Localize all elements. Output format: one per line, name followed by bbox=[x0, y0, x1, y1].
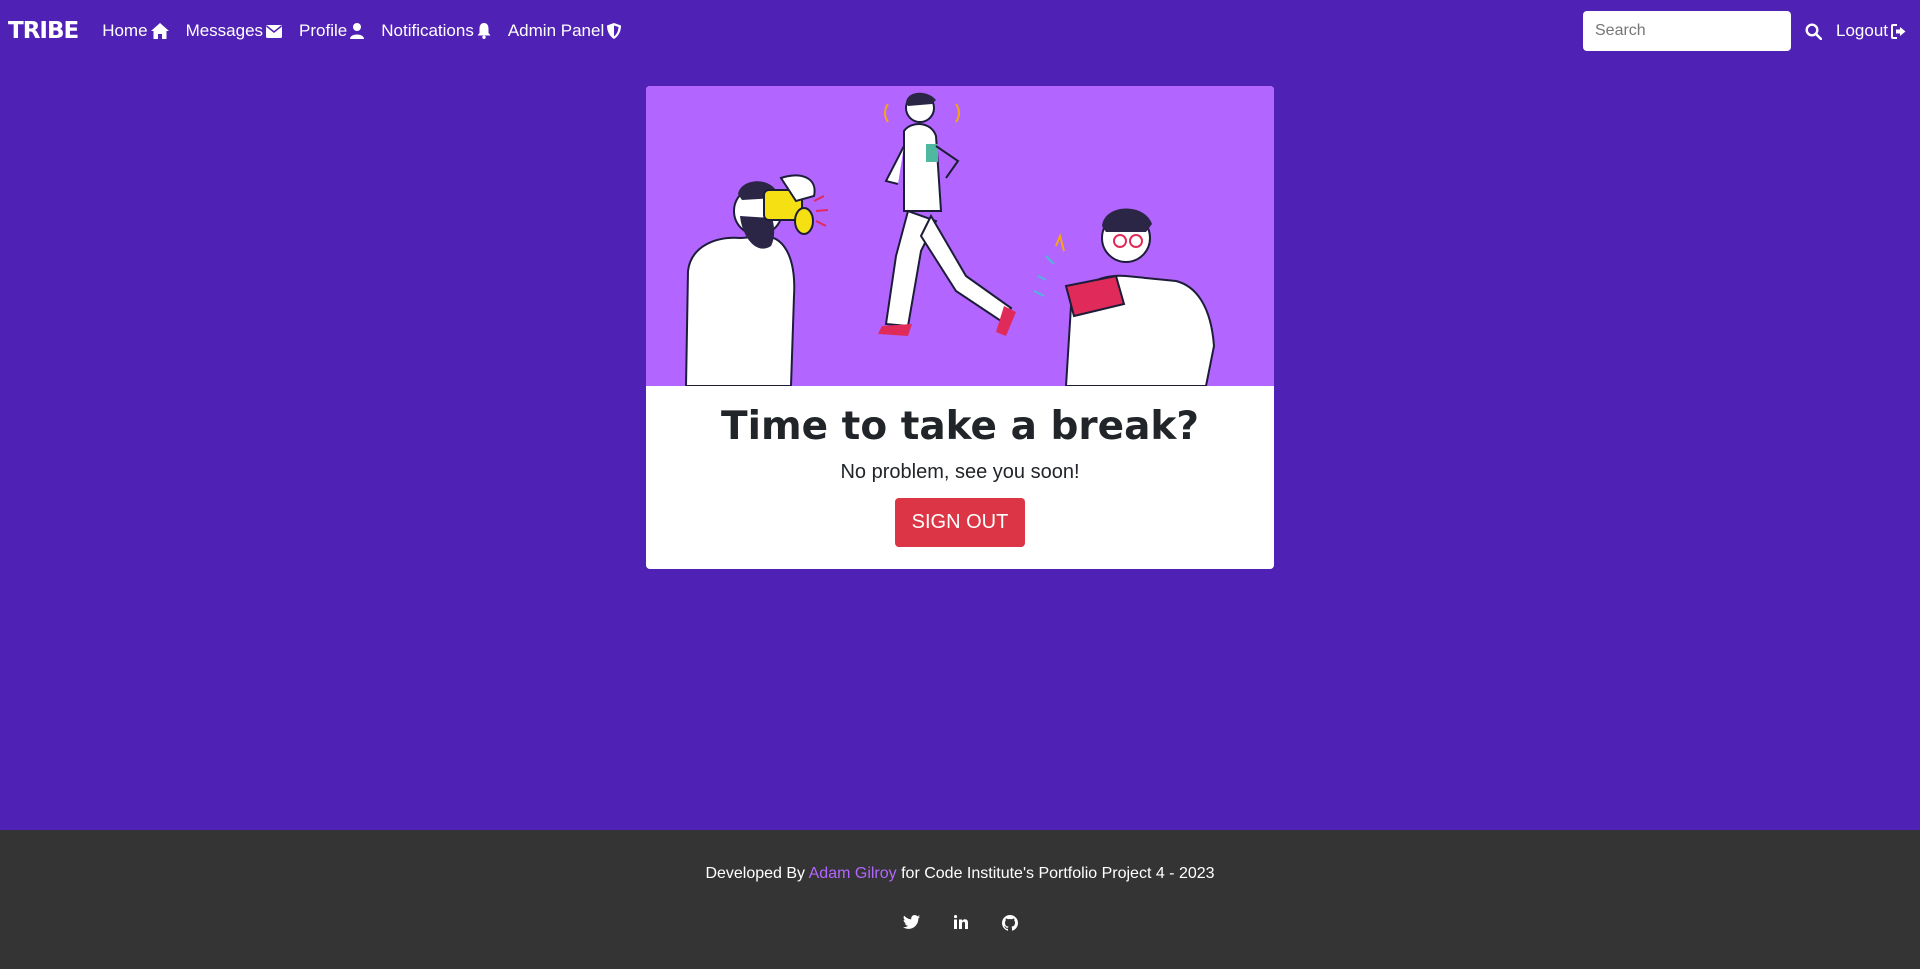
linkedin-icon bbox=[953, 915, 968, 929]
page-title: Time to take a break? bbox=[721, 404, 1199, 449]
home-icon bbox=[150, 23, 169, 39]
nav-profile-label: Profile bbox=[299, 21, 348, 40]
social-links bbox=[0, 915, 1920, 931]
user-icon bbox=[350, 23, 365, 39]
nav-home-label: Home bbox=[102, 21, 148, 40]
footer: Developed By Adam Gilroy for Code Instit… bbox=[0, 830, 1920, 969]
nav-admin-panel[interactable]: Admin Panel bbox=[507, 21, 622, 41]
navbar: TRIBE Home Messages Profile Notification… bbox=[0, 0, 1920, 62]
nav-home[interactable]: Home bbox=[102, 21, 169, 41]
twitter-icon bbox=[902, 915, 920, 929]
search-icon bbox=[1805, 22, 1822, 40]
footer-suffix: for Code Institute's Portfolio Project 4… bbox=[896, 865, 1215, 882]
github-icon bbox=[1001, 915, 1018, 931]
brand-logo[interactable]: TRIBE bbox=[8, 18, 79, 44]
logout-card: Time to take a break? No problem, see yo… bbox=[646, 86, 1274, 569]
footer-prefix: Developed By bbox=[705, 865, 809, 882]
card-body: Time to take a break? No problem, see yo… bbox=[646, 404, 1274, 547]
break-illustration bbox=[646, 86, 1274, 387]
shield-icon bbox=[607, 23, 622, 39]
logout-label: Logout bbox=[1836, 21, 1888, 40]
sign-out-button[interactable]: SIGN OUT bbox=[894, 498, 1026, 547]
nav-profile[interactable]: Profile bbox=[299, 21, 365, 41]
search-input[interactable] bbox=[1583, 11, 1791, 51]
envelope-icon bbox=[266, 24, 283, 38]
nav-messages-label: Messages bbox=[185, 21, 264, 40]
sign-out-icon bbox=[1891, 23, 1906, 39]
nav-notifications-label: Notifications bbox=[381, 21, 474, 40]
gamer-figure bbox=[1033, 208, 1216, 387]
runner-figure bbox=[878, 92, 1016, 336]
nav-messages[interactable]: Messages bbox=[185, 21, 283, 41]
logout-link[interactable]: Logout bbox=[1836, 21, 1908, 41]
linkedin-link[interactable] bbox=[953, 915, 968, 931]
twitter-link[interactable] bbox=[902, 915, 920, 931]
bell-icon bbox=[477, 23, 491, 39]
card-subtitle: No problem, see you soon! bbox=[840, 461, 1080, 483]
photographer-figure bbox=[684, 174, 829, 387]
footer-credit: Developed By Adam Gilroy for Code Instit… bbox=[0, 865, 1920, 883]
search-button[interactable] bbox=[1805, 22, 1822, 40]
github-link[interactable] bbox=[1001, 915, 1018, 931]
nav-notifications[interactable]: Notifications bbox=[381, 21, 491, 41]
author-link[interactable]: Adam Gilroy bbox=[809, 865, 897, 882]
nav-admin-panel-label: Admin Panel bbox=[507, 21, 605, 40]
